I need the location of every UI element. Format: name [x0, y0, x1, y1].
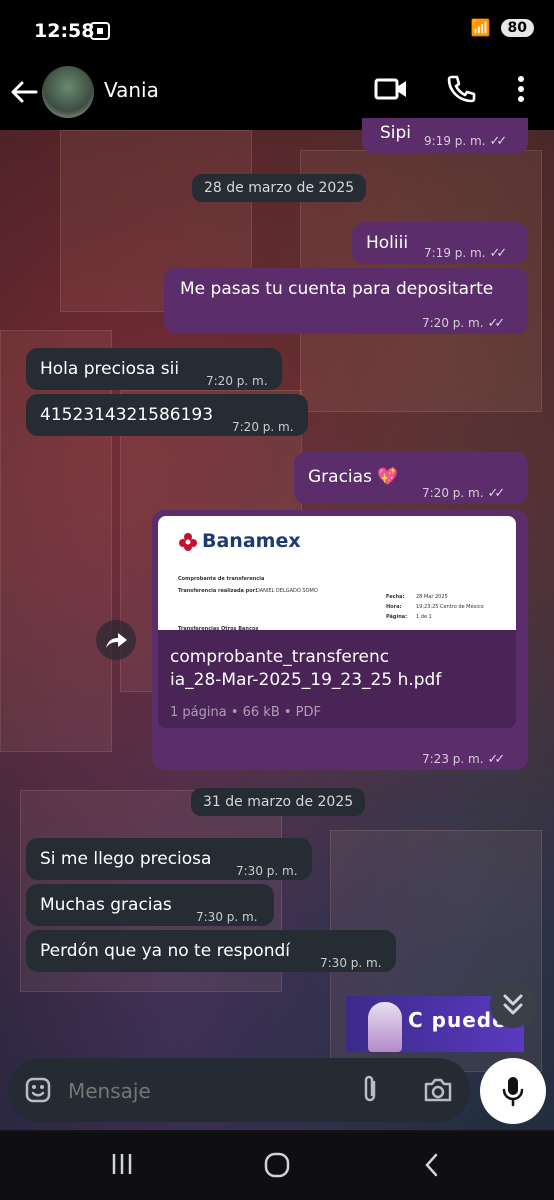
- message-outgoing[interactable]: Me pasas tu cuenta para depositarte 7:20…: [164, 268, 528, 334]
- pdf-section: Transferencias Otros Bancos: [178, 626, 259, 630]
- home-icon[interactable]: [264, 1152, 290, 1178]
- wifi-icon: 📶: [470, 18, 491, 37]
- battery-indicator: 80: [500, 18, 534, 37]
- message-text: Perdón que ya no te respondí: [40, 941, 290, 961]
- message-time: 7:30 p. m.: [236, 864, 298, 878]
- message-time: 7:20 p. m. ✓✓: [422, 486, 505, 501]
- message-incoming[interactable]: 4152314321586193 7:20 p. m.: [26, 394, 308, 436]
- recents-icon[interactable]: [110, 1152, 134, 1176]
- phone-icon[interactable]: [446, 74, 476, 104]
- chevron-down-icon: [503, 994, 523, 1015]
- message-incoming[interactable]: Si me llego preciosa 7:30 p. m.: [26, 838, 312, 880]
- message-incoming[interactable]: Perdón que ya no te respondí 7:30 p. m.: [26, 930, 396, 972]
- message-composer: [8, 1058, 470, 1122]
- camera-icon[interactable]: [422, 1076, 454, 1104]
- message-time: 7:20 p. m.: [232, 420, 294, 434]
- back-arrow-icon[interactable]: [8, 76, 40, 108]
- pdf-field-value: DANIEL DELGADO SOMO: [256, 588, 318, 594]
- pdf-info[interactable]: comprobante_transferenc ia_28-Mar-2025_1…: [158, 630, 516, 728]
- pdf-field-value: 1 de 1: [416, 614, 432, 620]
- message-incoming[interactable]: Hola preciosa sii 7:20 p. m.: [26, 348, 282, 390]
- mic-icon: [502, 1077, 524, 1107]
- forward-icon: [106, 633, 127, 648]
- pdf-message[interactable]: Banamex Comprobante de transferencia Tra…: [152, 510, 528, 770]
- message-time: 9:19 p. m. ✓✓: [424, 134, 507, 149]
- screen-record-icon: [90, 22, 110, 40]
- pdf-field-label: Página:: [386, 614, 408, 620]
- message-time: 7:30 p. m.: [320, 956, 382, 970]
- attach-icon[interactable]: [360, 1074, 380, 1106]
- message-text: Hola preciosa sii: [40, 359, 180, 379]
- message-text: 4152314321586193: [40, 405, 214, 425]
- message-text: Si me llego preciosa: [40, 849, 212, 869]
- pdf-brand: Banamex: [202, 530, 301, 552]
- message-time: 7:20 p. m.: [206, 374, 268, 388]
- message-input[interactable]: [66, 1072, 340, 1110]
- message-incoming[interactable]: Muchas gracias 7:30 p. m.: [26, 884, 274, 926]
- forward-button[interactable]: [96, 620, 136, 660]
- emoji-icon[interactable]: [24, 1076, 52, 1104]
- message-outgoing[interactable]: Gracias 💖 7:20 p. m. ✓✓: [294, 452, 528, 504]
- pdf-preview[interactable]: Banamex Comprobante de transferencia Tra…: [158, 516, 516, 630]
- status-bar: 12:58 📶 80: [0, 0, 554, 62]
- message-outgoing[interactable]: Holiii 7:19 p. m. ✓✓: [352, 222, 528, 264]
- pdf-filename: comprobante_transferenc ia_28-Mar-2025_1…: [170, 647, 442, 690]
- mic-button[interactable]: [480, 1058, 546, 1124]
- message-outgoing[interactable]: Sipi 9:19 p. m. ✓✓: [362, 118, 528, 154]
- avatar[interactable]: [42, 66, 94, 118]
- banamex-logo-icon: [179, 533, 197, 551]
- message-text: Sipi: [380, 123, 412, 143]
- more-icon[interactable]: [514, 74, 528, 104]
- message-text: Holiii: [366, 233, 409, 253]
- message-time: 7:30 p. m.: [196, 910, 258, 924]
- message-text: Gracias 💖: [308, 467, 399, 487]
- status-icons: 📶 80: [471, 18, 534, 37]
- date-separator: 31 de marzo de 2025: [191, 788, 366, 816]
- message-text: Muchas gracias: [40, 895, 172, 915]
- pdf-field-label: Transferencia realizada por:: [178, 588, 258, 594]
- pdf-file-meta: 1 página • 66 kB • PDF: [170, 705, 322, 720]
- system-nav-bar: [0, 1132, 554, 1200]
- date-separator: 28 de marzo de 2025: [192, 174, 367, 202]
- sticker-figure: [368, 1002, 402, 1052]
- back-nav-icon[interactable]: [422, 1152, 442, 1178]
- message-time: 7:19 p. m. ✓✓: [424, 246, 507, 261]
- message-time: 7:23 p. m. ✓✓: [422, 752, 505, 767]
- message-time: 7:20 p. m. ✓✓: [422, 316, 505, 331]
- scroll-down-button[interactable]: [490, 982, 536, 1028]
- contact-name[interactable]: Vania: [104, 78, 159, 102]
- message-text: Me pasas tu cuenta para depositarte: [180, 279, 494, 299]
- status-time: 12:58: [34, 20, 95, 42]
- video-call-icon[interactable]: [374, 74, 408, 104]
